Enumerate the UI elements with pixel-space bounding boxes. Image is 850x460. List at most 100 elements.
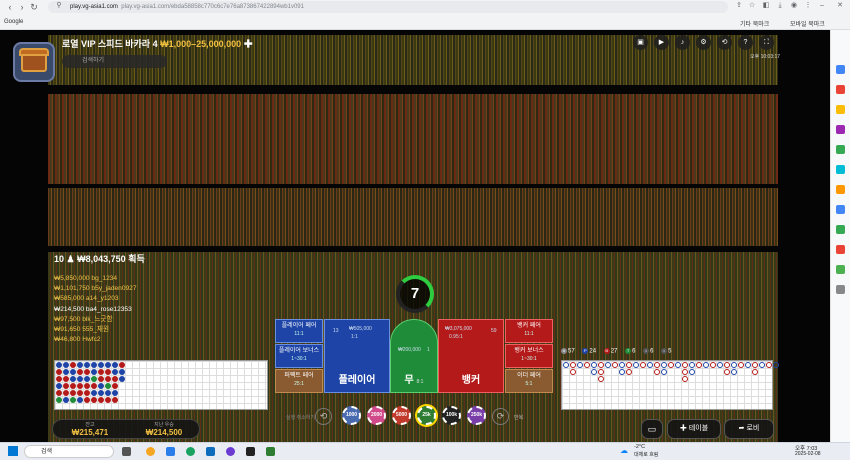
lobby-button[interactable]: ➦ 로비 <box>724 419 774 439</box>
chip-100k[interactable]: 100k <box>442 406 461 425</box>
undo-button[interactable]: ⟲ <box>315 408 332 425</box>
sidebar-app-icon[interactable] <box>836 265 845 274</box>
search-input[interactable]: 검색하기 <box>62 55 167 68</box>
winner-amount: ₩1,101,750 <box>54 285 90 293</box>
settings-icon[interactable]: ⚙ <box>696 35 711 50</box>
road-mark <box>598 376 604 382</box>
taskbar-date: 2025-02-08 <box>795 451 821 457</box>
site-info-icon[interactable]: ⚲ <box>55 2 63 10</box>
sidebar-app-icon[interactable] <box>836 185 845 194</box>
bookmark-other[interactable]: 기타 북마크 <box>740 19 769 28</box>
bet-banker-pair[interactable]: 뱅커 페어 11:1 <box>505 319 553 343</box>
sidebar-app-icon[interactable] <box>836 105 845 114</box>
bead <box>56 369 62 375</box>
bead <box>98 397 104 403</box>
minimize-icon[interactable]: – <box>818 2 826 10</box>
bet-perfect-pair[interactable]: 퍼펙트 페어 25:1 <box>275 369 323 393</box>
download-icon[interactable]: ⤓ <box>776 2 784 10</box>
forward-icon[interactable]: › <box>17 2 27 12</box>
video-icon[interactable]: ▶ <box>654 35 669 50</box>
chat-button[interactable]: ▭ <box>641 419 663 439</box>
stat-total: #57 <box>561 348 575 355</box>
bet-label: 플레이어 보너스 <box>278 348 320 354</box>
road-mark <box>640 362 646 368</box>
taskbar-app-icon[interactable] <box>166 447 175 456</box>
road-mark <box>759 362 765 368</box>
balance-panel: 잔고 ₩215,471 지난 우승 ₩214,500 <box>52 419 200 439</box>
bookmark-mobile[interactable]: 모바일 북마크 <box>790 19 825 28</box>
chip-250k[interactable]: 250k <box>467 406 486 425</box>
extension-icon[interactable]: ◧ <box>762 2 770 10</box>
history-icon[interactable]: ⟲ <box>717 35 732 50</box>
chip-25k[interactable]: 25k <box>417 406 436 425</box>
sound-icon[interactable]: ♪ <box>675 35 690 50</box>
help-icon[interactable]: ? <box>738 35 753 50</box>
sidebar-app-icon[interactable] <box>836 85 845 94</box>
sidebar-app-icon[interactable] <box>836 145 845 154</box>
road-mark <box>724 369 730 375</box>
game-area: 로열 VIP 스피드 바카라 4 ₩1,000–25,000,000 ✚ 검색하… <box>0 30 830 442</box>
bet-tie[interactable]: ₩200,000 1 무 8:1 <box>390 319 438 393</box>
windows-start-icon[interactable] <box>8 446 18 456</box>
taskbar-app-icon[interactable] <box>266 447 275 456</box>
menu-icon[interactable]: ⋮ <box>804 2 812 10</box>
bead <box>63 390 69 396</box>
bead <box>119 369 125 375</box>
treasure-chest-logo[interactable] <box>13 42 55 82</box>
bet-label: 퍼펙트 페어 <box>284 373 314 379</box>
taskbar-app-icon[interactable] <box>226 447 235 456</box>
bet-player[interactable]: 13 ₩505,000 1:1 플레이어 <box>324 319 390 393</box>
add-table-button[interactable]: ✚ 테이블 <box>667 419 721 439</box>
bead <box>98 369 104 375</box>
fullscreen-icon[interactable]: ⛶ <box>759 35 774 50</box>
bet-player-pair[interactable]: 플레이어 페어 11:1 <box>275 319 323 343</box>
sidebar-app-icon[interactable] <box>836 205 845 214</box>
last-win-label: 지난 우승 <box>154 422 174 428</box>
favorite-icon[interactable]: ✚ <box>244 39 253 49</box>
task-view-icon[interactable] <box>122 447 131 456</box>
chat-icon[interactable]: ▣ <box>633 35 648 50</box>
back-icon[interactable]: ‹ <box>5 2 15 12</box>
profile-icon[interactable]: ◉ <box>790 2 798 10</box>
close-window-icon[interactable]: ✕ <box>836 2 844 10</box>
winner-name: Hwfc2 <box>82 336 101 344</box>
taskbar-app-icon[interactable] <box>206 447 215 456</box>
bead-road[interactable] <box>54 360 268 410</box>
chip-2000[interactable]: 2000 <box>367 406 386 425</box>
bead <box>63 376 69 382</box>
bet-banker-bonus[interactable]: 뱅커 보너스 1~30:1 <box>505 344 553 368</box>
sidebar-add-icon[interactable] <box>836 285 845 294</box>
bookmark-google[interactable]: Google <box>4 19 23 25</box>
url-path: play.vg-asia1.com/ebda58858c770c6c7e76a8… <box>121 4 304 10</box>
stat-banker-pair: • 5 <box>661 348 671 355</box>
bet-label: 플레이어 페어 <box>281 323 317 329</box>
sidebar-app-icon[interactable] <box>836 65 845 74</box>
bead <box>105 397 111 403</box>
redo-button[interactable]: ⟳ <box>492 408 509 425</box>
sidebar-app-icon[interactable] <box>836 225 845 234</box>
big-road[interactable] <box>561 360 779 410</box>
taskbar-search[interactable]: 검색 <box>24 445 114 458</box>
bet-banker[interactable]: ₩3,075,000 0.95:1 59 뱅커 <box>438 319 504 393</box>
player-ratio-top: 1:1 <box>351 334 358 340</box>
bet-either-pair[interactable]: 이더 페어 5:1 <box>505 369 553 393</box>
reload-icon[interactable]: ↻ <box>29 2 39 12</box>
bookmark-star-icon[interactable]: ☆ <box>748 2 756 10</box>
player-bettors: 13 <box>333 328 339 334</box>
sidebar-app-icon[interactable] <box>836 245 845 254</box>
sidebar-app-icon[interactable] <box>836 125 845 134</box>
bead <box>105 362 111 368</box>
taskbar-app-icon[interactable] <box>146 447 155 456</box>
chip-1000[interactable]: 1000 <box>342 406 361 425</box>
bead <box>70 362 76 368</box>
taskbar-app-icon[interactable] <box>246 447 255 456</box>
sidebar-app-icon[interactable] <box>836 165 845 174</box>
chip-5000[interactable]: 5000 <box>392 406 411 425</box>
bead <box>70 397 76 403</box>
weather-desc: 대체로 흐림 <box>634 452 659 458</box>
taskbar-app-icon[interactable] <box>186 447 195 456</box>
bet-player-bonus[interactable]: 플레이어 보너스 1~30:1 <box>275 344 323 368</box>
taskbar: 검색 ☁ -2°C 대체로 흐림 오후 7:03 2025-02-08 <box>0 442 850 460</box>
address-bar[interactable]: play.vg-asia1.com play.vg-asia1.com/ebda… <box>48 1 728 13</box>
share-icon[interactable]: ⇪ <box>735 2 743 10</box>
